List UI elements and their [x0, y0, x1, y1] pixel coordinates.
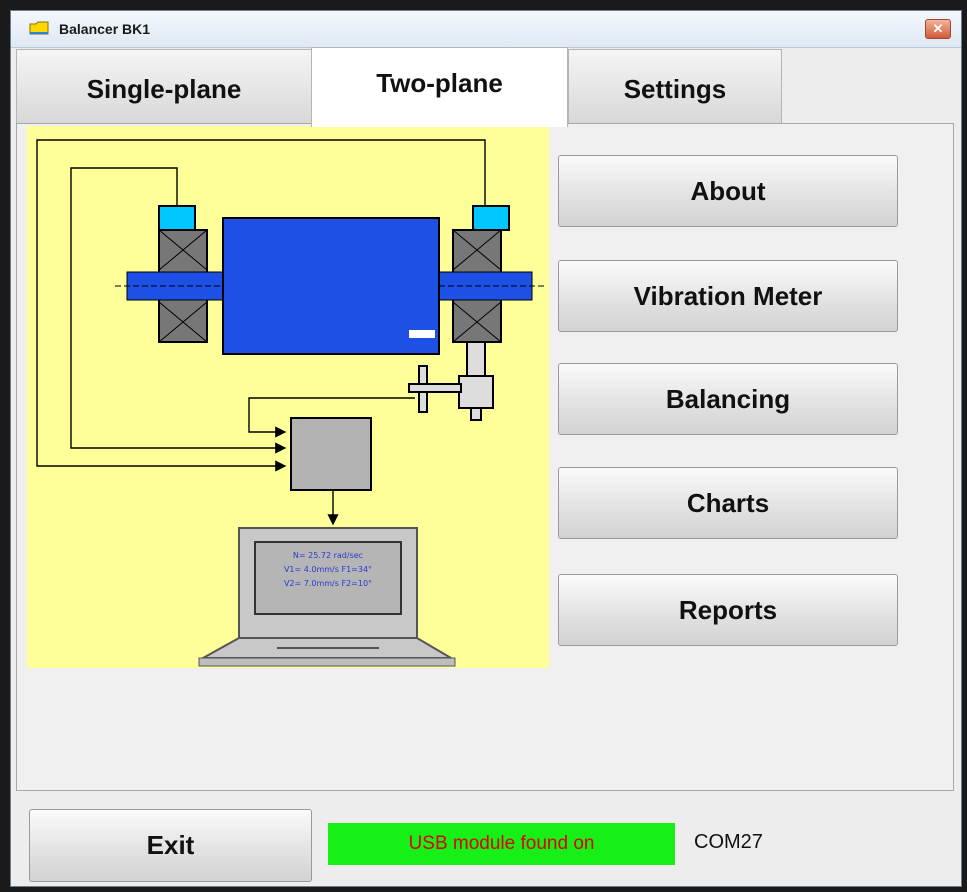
- close-icon[interactable]: ✕: [925, 19, 951, 39]
- title-bar: Balancer BK1 ✕: [11, 11, 961, 48]
- rotor: [222, 217, 440, 355]
- tab-single-plane[interactable]: Single-plane: [16, 49, 312, 123]
- reports-button[interactable]: Reports: [558, 574, 898, 646]
- laptop-icon: N= 25.72 rad/sec V1= 4.0mm/s F1=34° V2= …: [198, 527, 456, 667]
- tab-label: Single-plane: [86, 74, 242, 104]
- vibration-meter-button[interactable]: Vibration Meter: [558, 260, 898, 332]
- tab-label: Two-plane: [376, 68, 503, 98]
- reflective-mark: [409, 330, 435, 338]
- usb-status-indicator: USB module found on: [328, 823, 675, 865]
- tab-label: Settings: [623, 74, 727, 104]
- tab-two-plane[interactable]: Two-plane: [311, 47, 568, 127]
- about-button[interactable]: About: [558, 155, 898, 227]
- app-window: Balancer BK1 ✕ Single-plane Two-plane Se…: [10, 10, 962, 887]
- folder-icon: [29, 21, 49, 35]
- window-title: Balancer BK1: [59, 21, 151, 37]
- com-port-label: COM27: [694, 831, 763, 853]
- laptop-screen-line: N= 25.72 rad/sec: [293, 551, 363, 560]
- two-plane-diagram: N= 25.72 rad/sec V1= 4.0mm/s F1=34° V2= …: [27, 126, 549, 668]
- tab-settings[interactable]: Settings: [568, 49, 782, 123]
- charts-button[interactable]: Charts: [558, 467, 898, 539]
- sensor-right: [472, 205, 510, 231]
- tab-panel: N= 25.72 rad/sec V1= 4.0mm/s F1=34° V2= …: [16, 123, 954, 791]
- exit-button[interactable]: Exit: [29, 809, 312, 882]
- measurement-unit: [290, 417, 372, 491]
- laptop-screen-line: V2= 7.0mm/s F2=10°: [284, 579, 372, 588]
- laptop-screen-line: V1= 4.0mm/s F1=34°: [284, 565, 372, 574]
- balancing-button[interactable]: Balancing: [558, 363, 898, 435]
- sensor-left: [158, 205, 196, 231]
